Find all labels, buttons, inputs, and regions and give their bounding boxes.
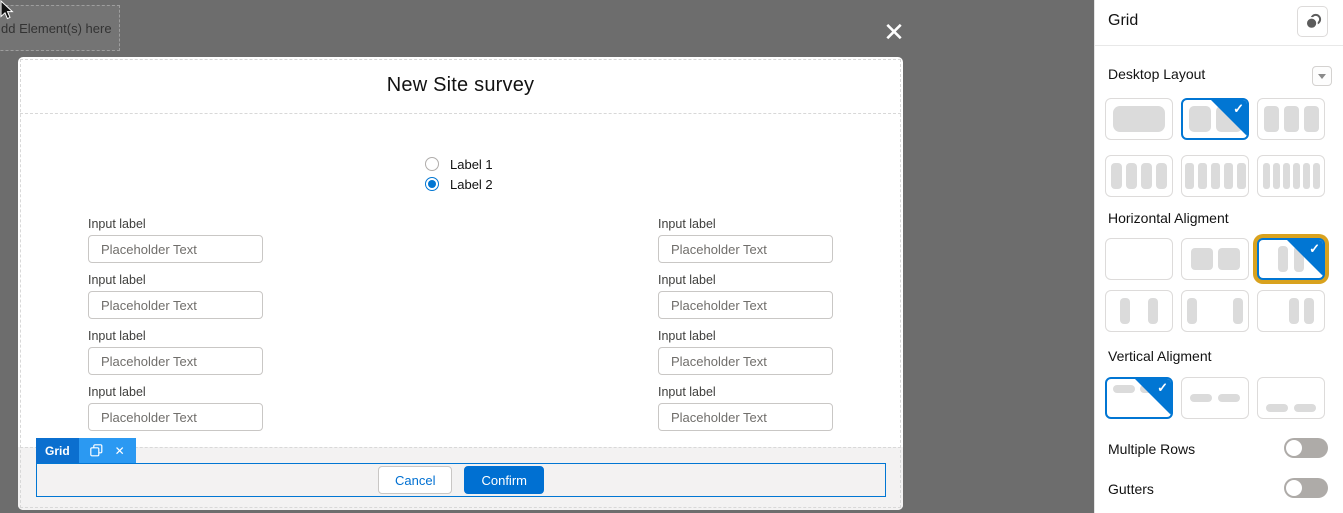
h-align-option-end[interactable] <box>1257 290 1325 332</box>
radio-unchecked-icon[interactable] <box>425 157 439 171</box>
form-field: Input label <box>88 273 268 319</box>
survey-modal: New Site survey Label 1 Label 2 Input la… <box>18 57 903 510</box>
radio-label: Label 2 <box>450 176 493 192</box>
form-column-left: Input label Input label Input label Inpu… <box>88 217 268 441</box>
check-icon <box>1135 379 1171 415</box>
section-title-desktop-layout: Desktop Layout <box>1108 66 1206 82</box>
cancel-button[interactable]: Cancel <box>378 466 453 494</box>
panel-divider <box>1095 45 1343 46</box>
desktop-layout-dropdown-button[interactable] <box>1312 66 1332 86</box>
header-divider <box>20 113 901 114</box>
remove-icon[interactable]: ✕ <box>115 445 125 457</box>
mouse-cursor-icon <box>0 0 14 20</box>
properties-panel: Grid Desktop Layout ✓ Horizontal Aligmen… <box>1094 0 1343 513</box>
drop-zone-label: dd Element(s) here <box>1 20 112 36</box>
radio-option-2[interactable]: Label 2 <box>425 174 493 194</box>
close-icon[interactable]: ✕ <box>879 17 909 47</box>
panel-title: Grid <box>1108 12 1139 29</box>
form-column-right: Input label Input label Input label Inpu… <box>658 217 838 441</box>
field-label: Input label <box>658 217 716 231</box>
text-input[interactable] <box>88 291 263 319</box>
text-input[interactable] <box>88 347 263 375</box>
page-title: New Site survey <box>386 74 535 96</box>
v-align-option-top[interactable] <box>1105 377 1173 419</box>
field-label: Input label <box>88 329 146 343</box>
v-align-option-middle[interactable] <box>1181 377 1249 419</box>
field-label: Input label <box>658 385 716 399</box>
form-field: Input label <box>88 385 268 431</box>
form-field: Input label <box>658 217 838 263</box>
form-field: Input label <box>88 329 268 375</box>
check-icon <box>1211 100 1247 136</box>
layout-option-2-column[interactable] <box>1181 98 1249 140</box>
check-icon <box>1287 240 1323 276</box>
field-label: Input label <box>88 385 146 399</box>
layout-option-1-column[interactable] <box>1105 98 1173 140</box>
h-align-option-none[interactable] <box>1105 238 1173 280</box>
section-title-vertical-alignment: Vertical Aligment <box>1108 348 1212 364</box>
field-label: Input label <box>658 273 716 287</box>
confirm-button[interactable]: Confirm <box>464 466 544 494</box>
drop-zone[interactable]: dd Element(s) here <box>0 5 120 51</box>
radio-checked-icon[interactable] <box>425 177 439 191</box>
gutters-toggle[interactable] <box>1284 478 1328 498</box>
form-field: Input label <box>658 329 838 375</box>
radio-option-1[interactable]: Label 1 <box>425 154 493 174</box>
clone-icon[interactable] <box>89 444 103 457</box>
h-align-option-stretch[interactable] <box>1181 238 1249 280</box>
form-field: Input label <box>658 385 838 431</box>
feedback-button[interactable] <box>1297 6 1328 37</box>
h-align-option-center[interactable] <box>1257 238 1325 280</box>
text-input[interactable] <box>658 291 833 319</box>
canvas-overlay: dd Element(s) here ✕ New Site survey Lab… <box>0 0 1094 513</box>
text-input[interactable] <box>88 235 263 263</box>
toggle-label-gutters: Gutters <box>1108 481 1154 497</box>
text-input[interactable] <box>658 347 833 375</box>
layout-option-5-column[interactable] <box>1181 155 1249 197</box>
field-label: Input label <box>88 273 146 287</box>
form-field: Input label <box>88 217 268 263</box>
chat-bubbles-icon <box>1304 13 1321 29</box>
radio-label: Label 1 <box>450 156 493 172</box>
radio-group: Label 1 Label 2 <box>425 154 493 194</box>
grid-selection-badge: Grid ✕ <box>36 438 136 463</box>
layout-option-4-column[interactable] <box>1105 155 1173 197</box>
form-field: Input label <box>658 273 838 319</box>
field-label: Input label <box>88 217 146 231</box>
v-align-option-bottom[interactable] <box>1257 377 1325 419</box>
field-label: Input label <box>658 329 716 343</box>
selected-grid-element[interactable]: Cancel Confirm <box>36 463 886 497</box>
layout-option-6-column[interactable] <box>1257 155 1325 197</box>
chevron-down-icon <box>1318 73 1326 79</box>
site-builder-window: dd Element(s) here ✕ New Site survey Lab… <box>0 0 1343 513</box>
multiple-rows-toggle[interactable] <box>1284 438 1328 458</box>
layout-option-3-column[interactable] <box>1257 98 1325 140</box>
text-input[interactable] <box>658 403 833 431</box>
badge-actions: ✕ <box>78 438 136 463</box>
text-input[interactable] <box>88 403 263 431</box>
text-input[interactable] <box>658 235 833 263</box>
h-align-option-space-around[interactable] <box>1105 290 1173 332</box>
section-title-horizontal-alignment: Horizontal Aligment <box>1108 210 1229 226</box>
badge-label: Grid <box>36 438 79 463</box>
h-align-option-space-between[interactable] <box>1181 290 1249 332</box>
toggle-label-multiple-rows: Multiple Rows <box>1108 441 1196 457</box>
